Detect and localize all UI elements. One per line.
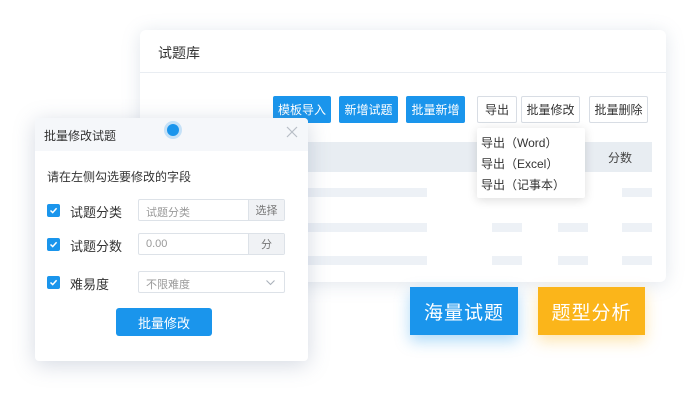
add-question-button[interactable]: 新增试题 bbox=[339, 96, 398, 123]
score-checkbox[interactable] bbox=[47, 238, 60, 251]
chevron-down-icon bbox=[266, 280, 275, 286]
modal-title: 批量修改试题 bbox=[44, 129, 117, 143]
category-field[interactable]: 试题分类 选择 bbox=[138, 199, 285, 221]
export-button[interactable]: 导出 bbox=[477, 96, 517, 123]
modal-hint: 请在左侧勾选要修改的字段 bbox=[47, 170, 192, 184]
massive-questions-badge: 海量试题 bbox=[410, 287, 518, 335]
batch-edit-button[interactable]: 批量修改 bbox=[521, 96, 580, 123]
check-icon bbox=[49, 241, 58, 248]
table-row-placeholder bbox=[622, 188, 652, 197]
check-icon bbox=[49, 207, 58, 214]
table-row-placeholder bbox=[287, 223, 427, 232]
batch-delete-button[interactable]: 批量删除 bbox=[589, 96, 648, 123]
table-row-placeholder bbox=[558, 223, 588, 232]
table-row-placeholder bbox=[622, 223, 652, 232]
check-icon bbox=[49, 279, 58, 286]
table-row-placeholder bbox=[492, 256, 522, 265]
score-input[interactable]: 0.00 分 bbox=[138, 233, 285, 255]
batch-add-button[interactable]: 批量新增 bbox=[406, 96, 465, 123]
export-notepad-option[interactable]: 导出（记事本） bbox=[481, 176, 565, 193]
difficulty-checkbox[interactable] bbox=[47, 276, 60, 289]
category-checkbox[interactable] bbox=[47, 204, 60, 217]
batch-edit-submit-button[interactable]: 批量修改 bbox=[116, 308, 212, 336]
page-title: 试题库 bbox=[158, 45, 200, 61]
close-icon[interactable] bbox=[285, 125, 299, 139]
difficulty-value: 不限难度 bbox=[146, 279, 190, 291]
export-word-option[interactable]: 导出（Word） bbox=[481, 134, 557, 151]
score-column-header: 分数 bbox=[607, 151, 632, 165]
difficulty-label: 难易度 bbox=[70, 277, 110, 292]
export-excel-option[interactable]: 导出（Excel） bbox=[481, 155, 558, 172]
category-label: 试题分类 bbox=[70, 205, 123, 220]
table-row-placeholder bbox=[287, 256, 427, 265]
batch-edit-modal: 批量修改试题 请在左侧勾选要修改的字段 试题分类 试题分类 选择 试题分数 0.… bbox=[35, 118, 308, 361]
question-analysis-badge: 题型分析 bbox=[538, 287, 645, 335]
category-select-button[interactable]: 选择 bbox=[248, 200, 284, 220]
table-row-placeholder bbox=[287, 188, 427, 197]
export-dropdown-menu: 导出（Word） 导出（Excel） 导出（记事本） bbox=[477, 128, 585, 198]
category-placeholder: 试题分类 bbox=[146, 207, 190, 219]
table-row-placeholder bbox=[622, 256, 652, 265]
connector-dot-icon bbox=[167, 124, 179, 136]
score-label: 试题分数 bbox=[70, 239, 123, 254]
divider bbox=[140, 72, 666, 73]
score-unit: 分 bbox=[248, 234, 284, 254]
table-row-placeholder bbox=[492, 223, 522, 232]
difficulty-select[interactable]: 不限难度 bbox=[138, 271, 285, 293]
score-value: 0.00 bbox=[146, 238, 168, 250]
table-row-placeholder bbox=[558, 256, 588, 265]
